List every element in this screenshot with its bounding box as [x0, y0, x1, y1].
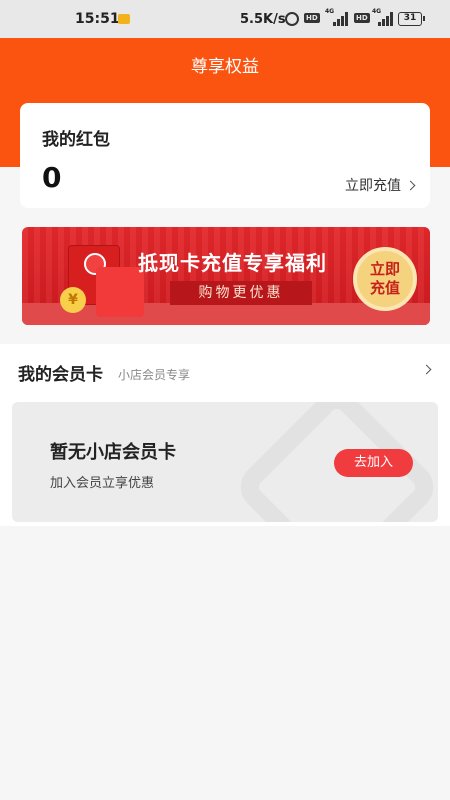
message-notification-icon — [118, 14, 130, 24]
member-card-subtitle: 小店会员专享 — [118, 368, 191, 382]
member-card-section: 我的会员卡 小店会员专享 暂无小店会员卡 加入会员立享优惠 去加入 — [0, 344, 450, 526]
recharge-link[interactable]: 立即充值 — [345, 175, 416, 195]
banner-recharge-button[interactable]: 立即 充值 — [353, 247, 417, 311]
signal-icon-2 — [378, 12, 394, 26]
hd-icon: HD — [304, 13, 320, 23]
recharge-label: 立即充值 — [345, 178, 401, 194]
member-card-header[interactable]: 我的会员卡 小店会员专享 — [0, 344, 450, 394]
status-bar: 15:51 5.5K/s HD 4G HD 4G 31 — [0, 0, 450, 38]
banner-button-line1: 立即 — [369, 260, 400, 278]
red-packet-value: 0 — [42, 161, 62, 194]
alarm-icon — [285, 12, 299, 26]
join-button[interactable]: 去加入 — [334, 449, 413, 477]
empty-card-title: 暂无小店会员卡 — [50, 442, 176, 463]
chevron-right-icon — [405, 180, 416, 190]
page-title: 尊享权益 — [191, 57, 259, 77]
member-card-title: 我的会员卡 — [18, 365, 103, 385]
banner-headline: 抵现卡充值专享福利 — [138, 251, 327, 275]
network-speed: 5.5K/s — [240, 11, 286, 27]
hd-icon-2: HD — [354, 13, 370, 23]
banner-button-line2: 充值 — [369, 279, 400, 297]
battery-icon: 31 — [398, 12, 425, 26]
yen-coin-icon: ¥ — [60, 287, 86, 313]
banner-subtitle: 购物更优惠 — [170, 281, 312, 305]
recharge-promo-banner[interactable]: ¥ 抵现卡充值专享福利 购物更优惠 立即 充值 — [22, 227, 430, 325]
chevron-right-icon — [421, 364, 432, 375]
red-packet-title: 我的红包 — [42, 130, 110, 150]
empty-card-subtitle: 加入会员立享优惠 — [50, 476, 155, 491]
empty-member-card: 暂无小店会员卡 加入会员立享优惠 去加入 — [12, 402, 438, 522]
red-packet-card: 我的红包 0 立即充值 — [20, 103, 430, 208]
red-envelope-front-icon — [96, 267, 144, 317]
signal-icon — [333, 12, 349, 26]
status-time: 15:51 — [75, 11, 120, 27]
